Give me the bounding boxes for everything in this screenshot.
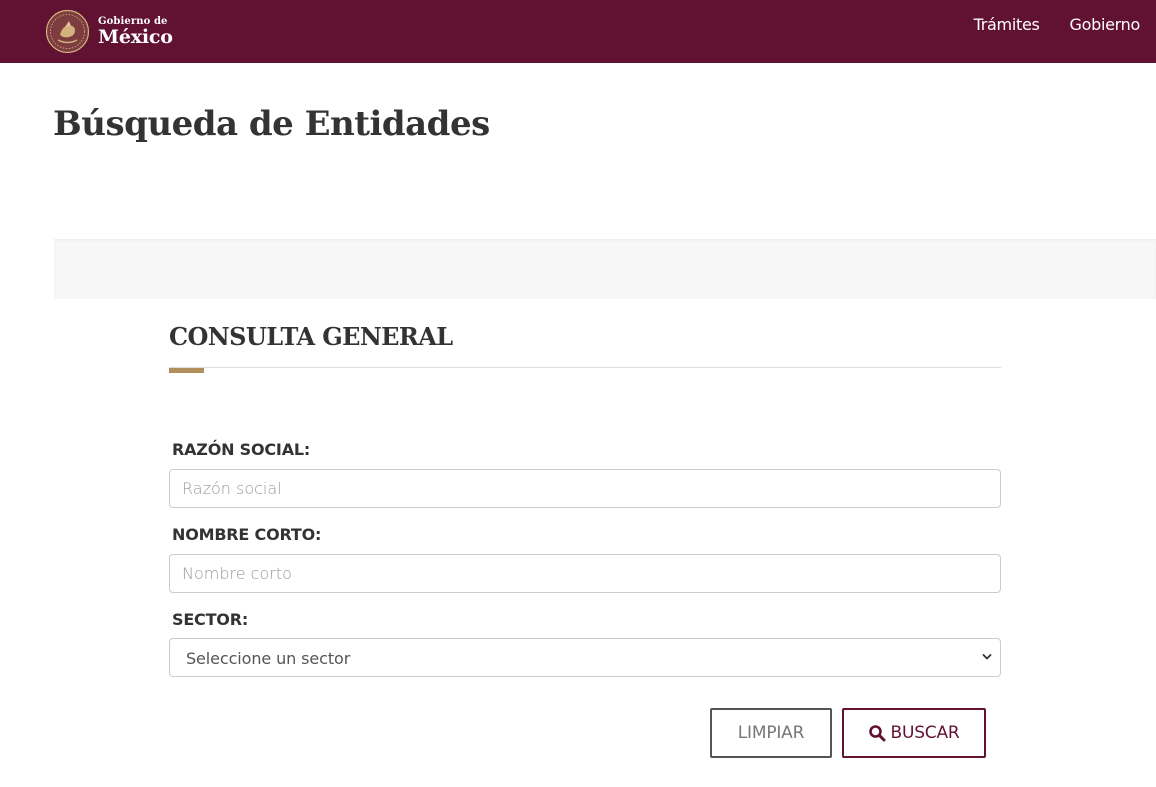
sector-label: SECTOR: xyxy=(172,610,249,629)
sector-selected-value: Seleccione un sector xyxy=(186,649,351,668)
page-title: Búsqueda de Entidades xyxy=(53,104,490,144)
search-icon xyxy=(869,725,886,742)
razon-social-input[interactable] xyxy=(169,469,1001,508)
mexico-seal-icon xyxy=(45,9,90,53)
sector-select[interactable]: Seleccione un sector xyxy=(169,638,1001,677)
search-button-label: BUSCAR xyxy=(890,723,960,743)
nav-link-tramites[interactable]: Trámites xyxy=(974,15,1040,34)
chevron-down-icon xyxy=(982,654,992,660)
clear-button-label: LIMPIAR xyxy=(737,723,805,743)
nav-link-gobierno[interactable]: Gobierno xyxy=(1070,15,1141,34)
section-divider xyxy=(169,367,1001,368)
gobierno-mexico-logo[interactable]: Gobierno de México xyxy=(45,9,185,53)
top-navbar: Gobierno de México Trámites Gobierno xyxy=(0,0,1156,63)
section-title: CONSULTA GENERAL xyxy=(169,322,453,351)
clear-button[interactable]: LIMPIAR xyxy=(710,708,832,758)
razon-social-label: RAZÓN SOCIAL: xyxy=(172,440,311,459)
logo-big-text: México xyxy=(98,26,173,48)
nav-links: Trámites Gobierno xyxy=(974,15,1141,34)
section-accent-bar xyxy=(169,368,204,373)
grey-band-divider xyxy=(54,239,1156,299)
search-button[interactable]: BUSCAR xyxy=(842,708,986,758)
nombre-corto-label: NOMBRE CORTO: xyxy=(172,525,322,544)
nombre-corto-input[interactable] xyxy=(169,554,1001,593)
